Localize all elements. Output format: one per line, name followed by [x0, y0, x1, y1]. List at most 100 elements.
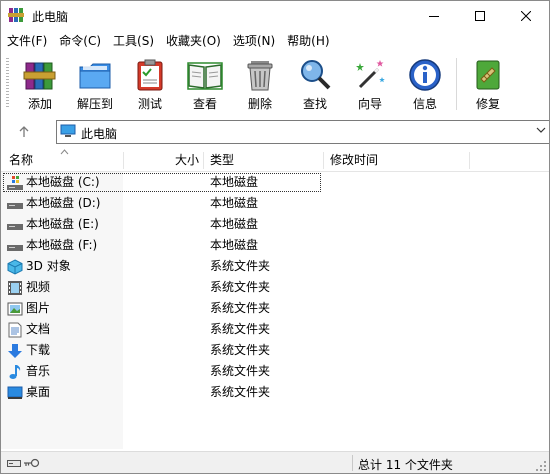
- list-item-type: 本地磁盘: [210, 175, 259, 189]
- list-item-name: 本地磁盘 (C:): [26, 175, 100, 189]
- extract-folder-icon: [79, 63, 111, 89]
- extract-to-label: 解压到: [76, 97, 113, 111]
- column-header: 名称 大小 类型 修改时间: [1, 149, 549, 172]
- documents-icon: [8, 322, 22, 338]
- column-name[interactable]: 名称: [9, 150, 33, 171]
- list-item-name-cell[interactable]: 本地磁盘 (D:): [3, 194, 321, 213]
- list-item-name-cell[interactable]: 本地磁盘 (E:): [3, 215, 321, 234]
- list-item[interactable]: 文档 系统文件夹: [1, 319, 549, 340]
- menu-bar: 文件(F) 命令(C) 工具(S) 收藏夹(O) 选项(N) 帮助(H): [1, 31, 549, 51]
- list-item-name: 下载: [26, 343, 51, 357]
- list-item-name: 图片: [26, 301, 51, 315]
- status-bar: 总计 11 个文件夹: [1, 451, 549, 473]
- column-modified[interactable]: 修改时间: [330, 150, 378, 171]
- up-folder-button[interactable]: [13, 121, 35, 143]
- list-item-name-cell[interactable]: 文档: [3, 320, 321, 339]
- winrar-app-icon[interactable]: [8, 7, 24, 23]
- list-item[interactable]: 下载 系统文件夹: [1, 340, 549, 361]
- pictures-icon: [7, 302, 23, 316]
- 3d-objects-icon: [7, 259, 23, 275]
- test-label: 测试: [137, 97, 162, 111]
- menu-options[interactable]: 选项(N): [227, 31, 281, 51]
- arrow-up-icon: [19, 126, 29, 137]
- close-button[interactable]: [503, 1, 549, 31]
- list-item[interactable]: 图片 系统文件夹: [1, 298, 549, 319]
- info-button[interactable]: 信息: [399, 55, 451, 115]
- list-item[interactable]: 桌面 系统文件夹: [1, 382, 549, 403]
- maximize-button[interactable]: [457, 1, 503, 31]
- list-item-type: 系统文件夹: [210, 343, 271, 357]
- test-button[interactable]: 测试: [124, 55, 176, 115]
- list-item-name-cell[interactable]: 视频: [3, 278, 321, 297]
- find-label: 查找: [302, 97, 327, 111]
- list-item[interactable]: 本地磁盘 (C:) 本地磁盘: [1, 172, 549, 193]
- maximize-icon: [475, 11, 485, 21]
- list-item-name-cell[interactable]: 下载: [3, 341, 321, 360]
- repair-button[interactable]: 修复: [462, 55, 514, 115]
- menu-favorites[interactable]: 收藏夹(O): [160, 31, 227, 51]
- winrar-window: 此电脑 文件(F) 命令(C) 工具(S) 收藏夹(O) 选项(N) 帮助(H): [0, 0, 550, 474]
- chevron-down-icon[interactable]: [536, 126, 546, 134]
- address-combobox[interactable]: 此电脑: [56, 120, 549, 144]
- info-icon: [409, 59, 441, 91]
- column-size[interactable]: 大小: [175, 150, 199, 171]
- list-item-type: 系统文件夹: [210, 280, 271, 294]
- drive-icon[interactable]: [7, 457, 21, 469]
- list-item-name: 桌面: [26, 385, 51, 399]
- resize-grip-icon[interactable]: [536, 461, 547, 472]
- list-item-name-cell[interactable]: 音乐: [3, 362, 321, 381]
- view-book-icon: [187, 62, 223, 90]
- list-item[interactable]: 本地磁盘 (D:) 本地磁盘: [1, 193, 549, 214]
- list-item[interactable]: 视频 系统文件夹: [1, 277, 549, 298]
- wizard-button[interactable]: 向导: [344, 55, 396, 115]
- view-button[interactable]: 查看: [179, 55, 231, 115]
- delete-button[interactable]: 删除: [234, 55, 286, 115]
- find-button[interactable]: 查找: [289, 55, 341, 115]
- title-bar[interactable]: 此电脑: [1, 1, 549, 31]
- list-item-type: 本地磁盘: [210, 196, 259, 210]
- find-magnifier-icon: [301, 60, 331, 90]
- drive-icon: [7, 224, 23, 230]
- column-divider[interactable]: [323, 152, 324, 169]
- view-label: 查看: [192, 97, 217, 111]
- list-item-name: 视频: [26, 280, 51, 294]
- key-icon[interactable]: [24, 457, 40, 469]
- menu-commands[interactable]: 命令(C): [53, 31, 107, 51]
- menu-tools[interactable]: 工具(S): [107, 31, 160, 51]
- extract-to-button[interactable]: 解压到: [69, 55, 121, 115]
- list-item-name-cell[interactable]: 3D 对象: [3, 257, 321, 276]
- list-item-name-cell[interactable]: 图片: [3, 299, 321, 318]
- menu-help[interactable]: 帮助(H): [281, 31, 335, 51]
- list-item-name-cell[interactable]: 本地磁盘 (F:): [3, 236, 321, 255]
- system-drive-icon: [7, 176, 23, 190]
- list-item-type: 系统文件夹: [210, 364, 271, 378]
- list-item-type: 系统文件夹: [210, 385, 271, 399]
- list-item[interactable]: 3D 对象 系统文件夹: [1, 256, 549, 277]
- list-item[interactable]: 音乐 系统文件夹: [1, 361, 549, 382]
- toolbar-grip[interactable]: [6, 58, 9, 108]
- list-item[interactable]: 本地磁盘 (E:) 本地磁盘: [1, 214, 549, 235]
- list-item-name: 3D 对象: [26, 259, 71, 273]
- list-item-name: 本地磁盘 (F:): [26, 238, 98, 252]
- address-row: 此电脑: [1, 117, 549, 147]
- file-list[interactable]: 本地磁盘 (C:) 本地磁盘 本地磁盘 (D:) 本地磁盘 本地磁盘 (E:) …: [1, 172, 549, 449]
- column-divider[interactable]: [203, 152, 204, 169]
- column-divider[interactable]: [123, 152, 124, 169]
- computer-icon: [60, 124, 76, 137]
- list-item-name: 本地磁盘 (D:): [26, 196, 101, 210]
- list-item-name-cell[interactable]: 桌面: [3, 383, 321, 402]
- list-item-type: 本地磁盘: [210, 238, 259, 252]
- music-icon: [9, 365, 21, 379]
- minimize-button[interactable]: [411, 1, 457, 31]
- list-item-type: 本地磁盘: [210, 217, 259, 231]
- drive-icon: [7, 203, 23, 209]
- menu-file[interactable]: 文件(F): [1, 31, 53, 51]
- status-separator: [352, 455, 353, 471]
- column-divider[interactable]: [469, 152, 470, 169]
- downloads-icon: [8, 344, 22, 358]
- column-type[interactable]: 类型: [210, 150, 234, 171]
- drive-icon: [7, 245, 23, 251]
- list-item[interactable]: 本地磁盘 (F:) 本地磁盘: [1, 235, 549, 256]
- list-item-name-cell[interactable]: 本地磁盘 (C:): [3, 173, 321, 192]
- add-button[interactable]: 添加: [14, 55, 66, 115]
